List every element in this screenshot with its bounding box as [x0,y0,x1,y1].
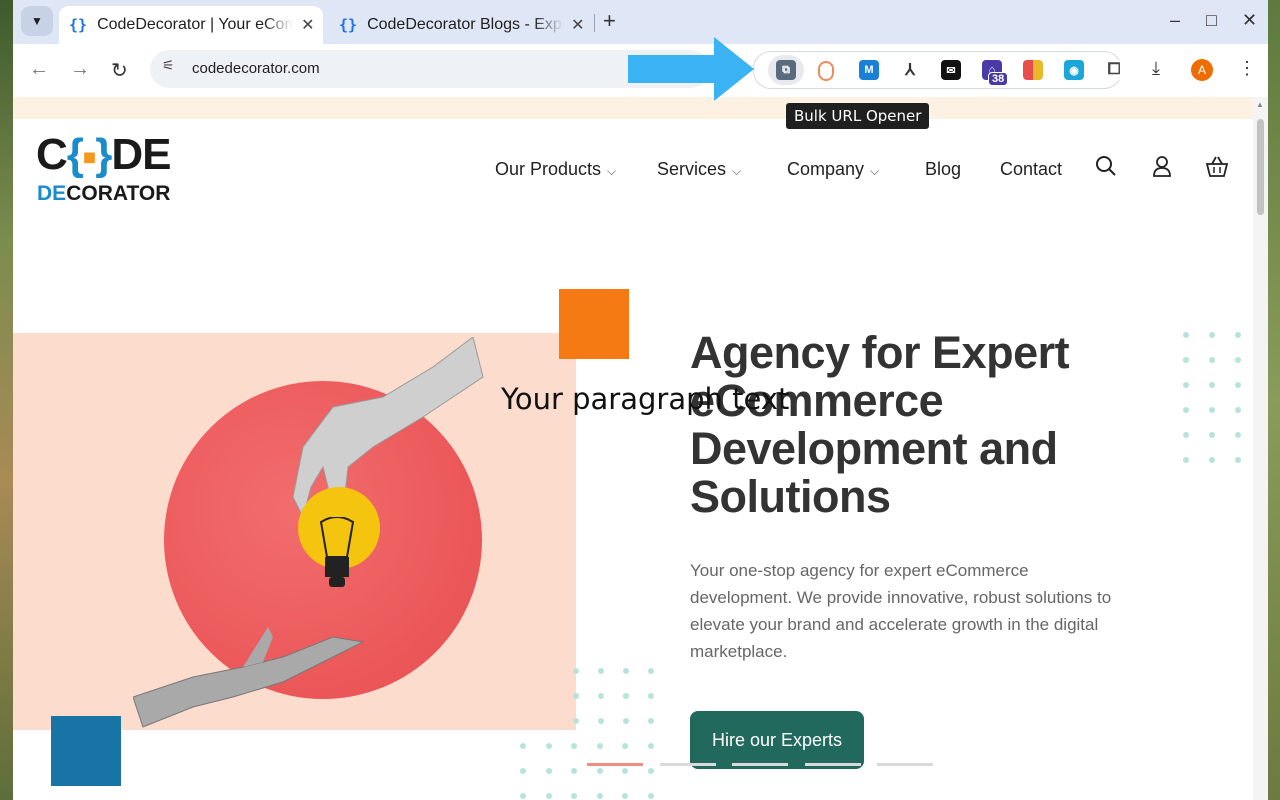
reload-icon[interactable]: ↻ [111,58,128,83]
codedecorator-favicon-icon: {} [69,16,88,34]
tab-codedecorator-home[interactable]: {} CodeDecorator | Your eCommerce Develo… [59,6,323,44]
tab-separator [594,14,595,32]
chevron-down-icon: ⌵ [607,164,617,178]
nav-contact[interactable]: Contact [1000,159,1062,180]
search-icon[interactable] [1095,155,1117,183]
extensions-area: ⧉ M ⅄ ✉ ⌂ 38 ◉ ⧠ [753,51,1124,89]
decorative-orange-square [559,289,629,359]
site-info-icon[interactable]: ⚟ [162,58,175,74]
slider-indicator-2[interactable] [660,763,716,766]
desktop-background-right [1268,0,1280,800]
nav-blog[interactable]: Blog [925,159,961,180]
slider-indicator-3[interactable] [732,763,788,766]
puzzle-icon[interactable]: ⧠ [1104,60,1124,80]
bulk-url-opener-icon[interactable]: ⧉ [776,60,796,80]
new-tab-button[interactable]: + [603,8,616,34]
slider-indicator-4[interactable] [805,763,861,766]
slider-indicator-1[interactable] [587,763,643,766]
close-icon[interactable]: ✕ [301,15,314,35]
decorative-dots-top-right [1183,332,1253,463]
back-arrow-icon[interactable]: ← [29,58,49,81]
user-icon[interactable] [1151,155,1173,183]
basket-icon[interactable] [1205,155,1229,183]
desktop-background-left [0,0,13,800]
avatar[interactable]: A [1191,59,1213,81]
tab-search-button[interactable]: ▼ [21,6,53,36]
decorative-dots-bottom-left [520,743,673,799]
more-menu-icon[interactable]: ⋮ [1238,58,1256,79]
lightbulb-icon [319,517,355,587]
extension-3-icon[interactable]: M [859,60,879,80]
close-icon[interactable]: ✕ [571,15,584,35]
url-text[interactable]: codedecorator.com [192,60,320,77]
hero-title: Agency for Expert eCommerce Development … [690,327,1070,522]
tab-title: CodeDecorator | Your eCommerce Developme… [97,16,294,33]
nav-our-products[interactable]: Our Products ⌵ [495,159,616,180]
site-logo[interactable]: C{■}DE [36,133,171,179]
extension-5-icon[interactable]: ✉ [941,60,961,80]
overlay-paragraph-text: Your paragraph text [501,382,790,416]
hero-description: Your one-stop agency for expert eCommerc… [690,561,1112,661]
chevron-down-icon: ⌵ [870,164,880,178]
extension-7-icon[interactable] [1023,60,1043,80]
minimize-button[interactable]: – [1170,10,1180,31]
decorative-dots-bottom [573,668,673,724]
download-icon[interactable]: ⤓ [1152,58,1160,79]
scroll-up-arrow-icon[interactable]: ▲ [1256,100,1264,109]
tab-title: CodeDecorator Blogs - Expert Insights [367,16,563,33]
scrollbar-thumb[interactable] [1257,119,1264,215]
extension-2-icon[interactable] [818,61,834,81]
tab-codedecorator-blogs[interactable]: {} CodeDecorator Blogs - Expert Insights… [329,6,593,44]
slider-indicator-5[interactable] [877,763,933,766]
close-window-button[interactable]: ✕ [1242,10,1257,31]
nav-services[interactable]: Services ⌵ [657,159,741,180]
extension-tooltip: Bulk URL Opener [786,103,930,129]
chevron-down-icon: ▼ [31,14,43,28]
decorative-blue-square [51,716,121,786]
hire-experts-button[interactable]: Hire our Experts [690,711,864,769]
chevron-down-icon: ⌵ [732,164,742,178]
extension-badge: 38 [988,72,1009,86]
browser-window: ▼ {} CodeDecorator | Your eCommerce Deve… [13,0,1268,800]
annotation-arrow-icon [628,37,754,101]
webpage: C{■}DE DECORATOR Our Products ⌵ Services ⌵… [13,97,1253,800]
nav-company[interactable]: Company ⌵ [787,159,879,180]
codedecorator-favicon-icon: {} [339,16,358,34]
extension-4-icon[interactable]: ⅄ [900,60,920,80]
site-logo-wordmark[interactable]: DECORATOR [37,183,170,205]
maximize-button[interactable]: □ [1206,10,1217,31]
extension-8-icon[interactable]: ◉ [1064,60,1084,80]
forward-arrow-icon[interactable]: → [70,58,90,81]
page-scrollbar[interactable]: ▲ [1253,97,1268,800]
